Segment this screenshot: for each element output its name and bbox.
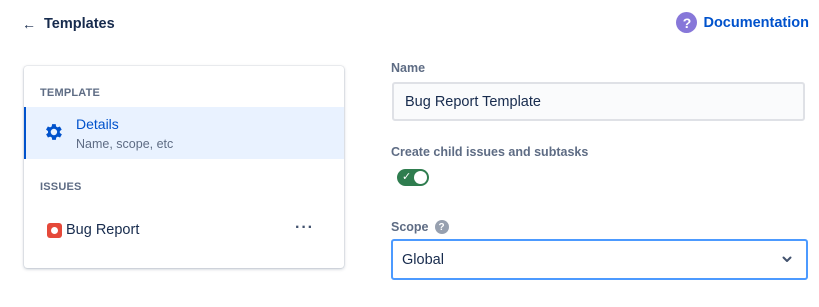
- gear-icon: [46, 124, 62, 140]
- child-issues-label: Create child issues and subtasks: [391, 145, 589, 159]
- toggle-knob: [414, 171, 427, 184]
- template-sidebar: TEMPLATE Details Name, scope, etc ISSUES…: [24, 66, 344, 268]
- details-title: Details: [76, 116, 119, 132]
- page-title: Templates: [44, 16, 115, 32]
- scope-value: Global: [402, 252, 444, 268]
- scope-label-row: Scope ?: [391, 220, 449, 234]
- more-actions-button[interactable]: ···: [295, 219, 314, 237]
- child-issues-toggle[interactable]: ✓: [397, 169, 429, 186]
- check-icon: ✓: [402, 171, 412, 183]
- sidebar-item-bug-report[interactable]: Bug Report ···: [24, 214, 344, 248]
- back-to-templates-link[interactable]: ← Templates: [22, 15, 115, 33]
- scope-help-icon[interactable]: ?: [434, 220, 449, 234]
- name-label: Name: [391, 61, 426, 75]
- name-input[interactable]: [392, 82, 805, 121]
- issue-label: Bug Report: [66, 222, 140, 238]
- scope-label: Scope: [391, 220, 429, 234]
- chevron-down-icon: [782, 256, 792, 262]
- details-subtitle: Name, scope, etc: [76, 137, 174, 151]
- issues-section-heading: ISSUES: [40, 181, 82, 193]
- back-arrow-icon: ←: [22, 16, 36, 32]
- sidebar-item-details[interactable]: Details Name, scope, etc: [24, 107, 344, 159]
- template-section-heading: TEMPLATE: [40, 87, 101, 99]
- template-form: Name Create child issues and subtasks ✓ …: [391, 0, 811, 307]
- bug-icon: [47, 223, 62, 238]
- scope-select[interactable]: Global: [391, 239, 808, 280]
